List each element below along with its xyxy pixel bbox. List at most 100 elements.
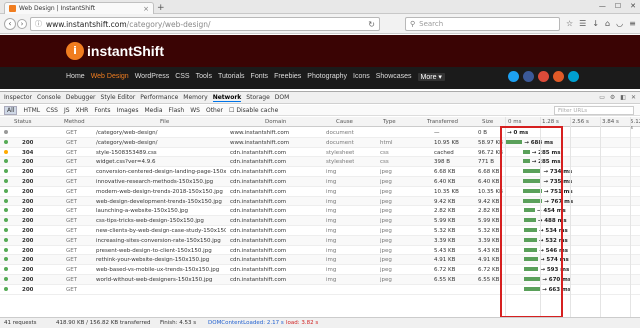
cell-size: 2.82 KB bbox=[478, 208, 500, 215]
devtools-tab-style-editor[interactable]: Style Editor bbox=[101, 94, 136, 101]
close-devtools-icon[interactable]: ✕ bbox=[631, 94, 636, 101]
filter-xhr[interactable]: XHR bbox=[76, 107, 89, 114]
col-domain[interactable]: Domain bbox=[265, 119, 286, 125]
cell-file: increasing-sites-conversion-rate-150x150… bbox=[96, 237, 221, 244]
col-status[interactable]: Status bbox=[14, 119, 32, 125]
pocket-icon[interactable]: ◡ bbox=[616, 19, 623, 28]
cell-cause: img bbox=[326, 267, 337, 274]
url-bar[interactable]: ⓘ www.instantshift.com /category/web-des… bbox=[30, 17, 380, 31]
filter-ws[interactable]: WS bbox=[190, 107, 200, 114]
menu-icons[interactable]: Icons bbox=[353, 73, 370, 81]
cell-size: 6.40 KB bbox=[478, 178, 500, 185]
menu-more[interactable]: More ▾ bbox=[417, 73, 445, 81]
filter-html[interactable]: HTML bbox=[23, 107, 40, 114]
menu-tutorials[interactable]: Tutorials bbox=[218, 73, 245, 81]
filter-css[interactable]: CSS bbox=[46, 107, 58, 114]
filter-flash[interactable]: Flash bbox=[169, 107, 185, 114]
menu-web-design[interactable]: Web Design bbox=[91, 73, 129, 81]
status-dot-icon bbox=[4, 227, 8, 232]
cell-method: GET bbox=[66, 139, 78, 146]
devtools-tab-console[interactable]: Console bbox=[37, 94, 61, 101]
twitter-icon[interactable] bbox=[508, 71, 519, 82]
info-icon[interactable]: ⓘ bbox=[35, 19, 42, 29]
filter-images[interactable]: Images bbox=[117, 107, 139, 114]
cell-cause: stylesheet bbox=[326, 159, 355, 166]
cell-transferred: 6.68 KB bbox=[434, 169, 456, 176]
dock-icon[interactable]: ◧ bbox=[620, 94, 626, 101]
search-box[interactable]: ⚲ Search bbox=[405, 17, 560, 31]
rss-icon[interactable] bbox=[553, 71, 564, 82]
col-transferred[interactable]: Transferred bbox=[427, 119, 458, 125]
site-logo[interactable]: i instantShift bbox=[66, 42, 164, 60]
col-method[interactable]: Method bbox=[64, 119, 85, 125]
cell-status: 304 bbox=[22, 149, 34, 156]
filter-js[interactable]: JS bbox=[64, 107, 70, 114]
download-icon[interactable]: ↓ bbox=[592, 19, 599, 28]
col-cause[interactable]: Cause bbox=[336, 119, 353, 125]
status-dot-icon bbox=[4, 286, 8, 291]
menu-showcases[interactable]: Showcases bbox=[376, 73, 412, 81]
reload-icon[interactable]: ↻ bbox=[368, 20, 375, 29]
google-plus-icon[interactable] bbox=[538, 71, 549, 82]
dom-content-loaded: DOMContentLoaded: 2.17 s bbox=[208, 320, 284, 326]
menu-fonts[interactable]: Fonts bbox=[251, 73, 269, 81]
back-button[interactable]: ‹ bbox=[4, 18, 16, 30]
col-type[interactable]: Type bbox=[383, 119, 396, 125]
col-size[interactable]: Size bbox=[482, 119, 493, 125]
disable-cache-checkbox[interactable]: ☐ Disable cache bbox=[229, 107, 278, 114]
cell-type: jpeg bbox=[380, 247, 392, 254]
status-dot-icon bbox=[4, 149, 8, 154]
cell-cause: document bbox=[326, 139, 354, 146]
cell-type: jpeg bbox=[380, 227, 392, 234]
menu-tools[interactable]: Tools bbox=[196, 73, 212, 81]
facebook-icon[interactable] bbox=[523, 71, 534, 82]
split-console-icon[interactable]: ▭ bbox=[599, 94, 605, 101]
menu-photography[interactable]: Photography bbox=[307, 73, 347, 81]
devtools-tab-inspector[interactable]: Inspector bbox=[4, 94, 32, 101]
cell-size: 5.43 KB bbox=[478, 247, 500, 254]
devtools-tab-dom[interactable]: DOM bbox=[275, 94, 290, 101]
devtools-tab-memory[interactable]: Memory bbox=[183, 94, 207, 101]
cell-method: GET bbox=[66, 247, 78, 254]
menu-home[interactable]: Home bbox=[66, 73, 85, 81]
cell-file: widget.css?ver=4.9.6 bbox=[96, 159, 156, 166]
cell-cause: img bbox=[326, 276, 337, 283]
cell-transferred: 6.55 KB bbox=[434, 276, 456, 283]
email-icon[interactable] bbox=[568, 71, 579, 82]
home-icon[interactable]: ⌂ bbox=[605, 19, 610, 28]
minimize-icon[interactable]: — bbox=[599, 2, 606, 10]
cell-method: GET bbox=[66, 237, 78, 244]
close-tab-icon[interactable]: × bbox=[143, 5, 149, 13]
close-window-icon[interactable]: ✕ bbox=[630, 2, 636, 10]
devtools-tab-storage[interactable]: Storage bbox=[246, 94, 269, 101]
devtools-tab-performance[interactable]: Performance bbox=[140, 94, 178, 101]
menu-css[interactable]: CSS bbox=[175, 73, 189, 81]
filter-urls-input[interactable]: Filter URLs bbox=[554, 106, 634, 115]
menu-freebies[interactable]: Freebies bbox=[274, 73, 301, 81]
bookmark-star-icon[interactable]: ☆ bbox=[566, 19, 573, 28]
filter-media[interactable]: Media bbox=[144, 107, 162, 114]
cell-file: /category/web-design/ bbox=[96, 130, 158, 136]
forward-button[interactable]: › bbox=[17, 19, 27, 29]
reading-list-icon[interactable]: ☰ bbox=[579, 19, 586, 28]
cell-status: 200 bbox=[22, 178, 34, 185]
filter-other[interactable]: Other bbox=[206, 107, 223, 114]
devtools-tab-debugger[interactable]: Debugger bbox=[66, 94, 96, 101]
col-file[interactable]: File bbox=[160, 119, 169, 125]
cell-domain: cdn.instantshift.com bbox=[230, 227, 287, 234]
browser-tab[interactable]: Web Design | InstantShift × bbox=[4, 2, 154, 14]
menu-icon[interactable]: ≡ bbox=[629, 19, 636, 28]
new-tab-button[interactable]: + bbox=[157, 3, 165, 13]
filter-fonts[interactable]: Fonts bbox=[94, 107, 110, 114]
settings-icon[interactable]: ⚙ bbox=[610, 94, 615, 101]
menu-wordpress[interactable]: WordPress bbox=[135, 73, 170, 81]
devtools-tab-network[interactable]: Network bbox=[212, 94, 242, 102]
social-links bbox=[508, 71, 579, 82]
cell-method: GET bbox=[66, 198, 78, 205]
cell-file: rethink-your-website-design-150x150.jpg bbox=[96, 257, 210, 264]
cell-method: GET bbox=[66, 159, 78, 166]
maximize-icon[interactable]: ☐ bbox=[615, 2, 621, 10]
cell-status: 200 bbox=[22, 227, 34, 234]
load-time: load: 3.82 s bbox=[286, 320, 319, 326]
filter-all[interactable]: All bbox=[4, 105, 18, 115]
